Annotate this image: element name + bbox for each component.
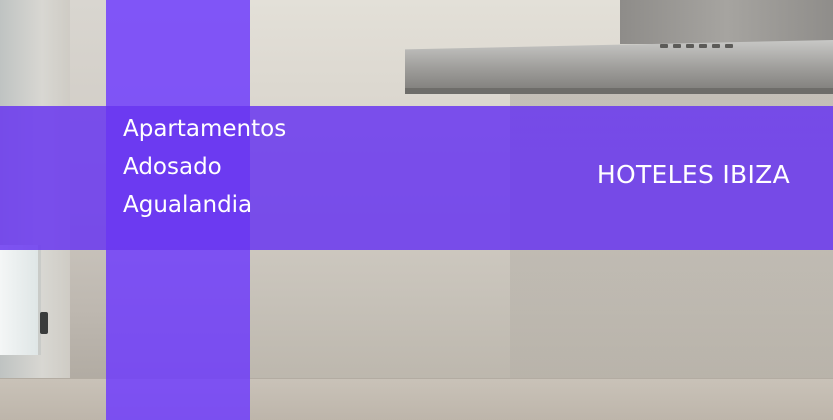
hood-button-icon — [660, 44, 668, 48]
hood-button-icon — [686, 44, 694, 48]
property-name-line-3: Agualandia — [123, 192, 253, 218]
property-name-line-2: Adosado — [123, 154, 222, 180]
property-name: Apartamentos Adosado Agualandia — [123, 110, 286, 224]
hood-button-icon — [725, 44, 733, 48]
window-frame — [0, 245, 41, 355]
window-handle-icon — [40, 312, 48, 334]
hood-button-icon — [699, 44, 707, 48]
hood-button-icon — [673, 44, 681, 48]
hood-chimney — [620, 0, 833, 44]
hood-control-buttons — [660, 44, 733, 48]
property-name-line-1: Apartamentos — [123, 116, 287, 142]
extractor-hood-rim — [405, 88, 833, 94]
hood-button-icon — [712, 44, 720, 48]
brand-label: HOTELES IBIZA — [596, 160, 790, 189]
